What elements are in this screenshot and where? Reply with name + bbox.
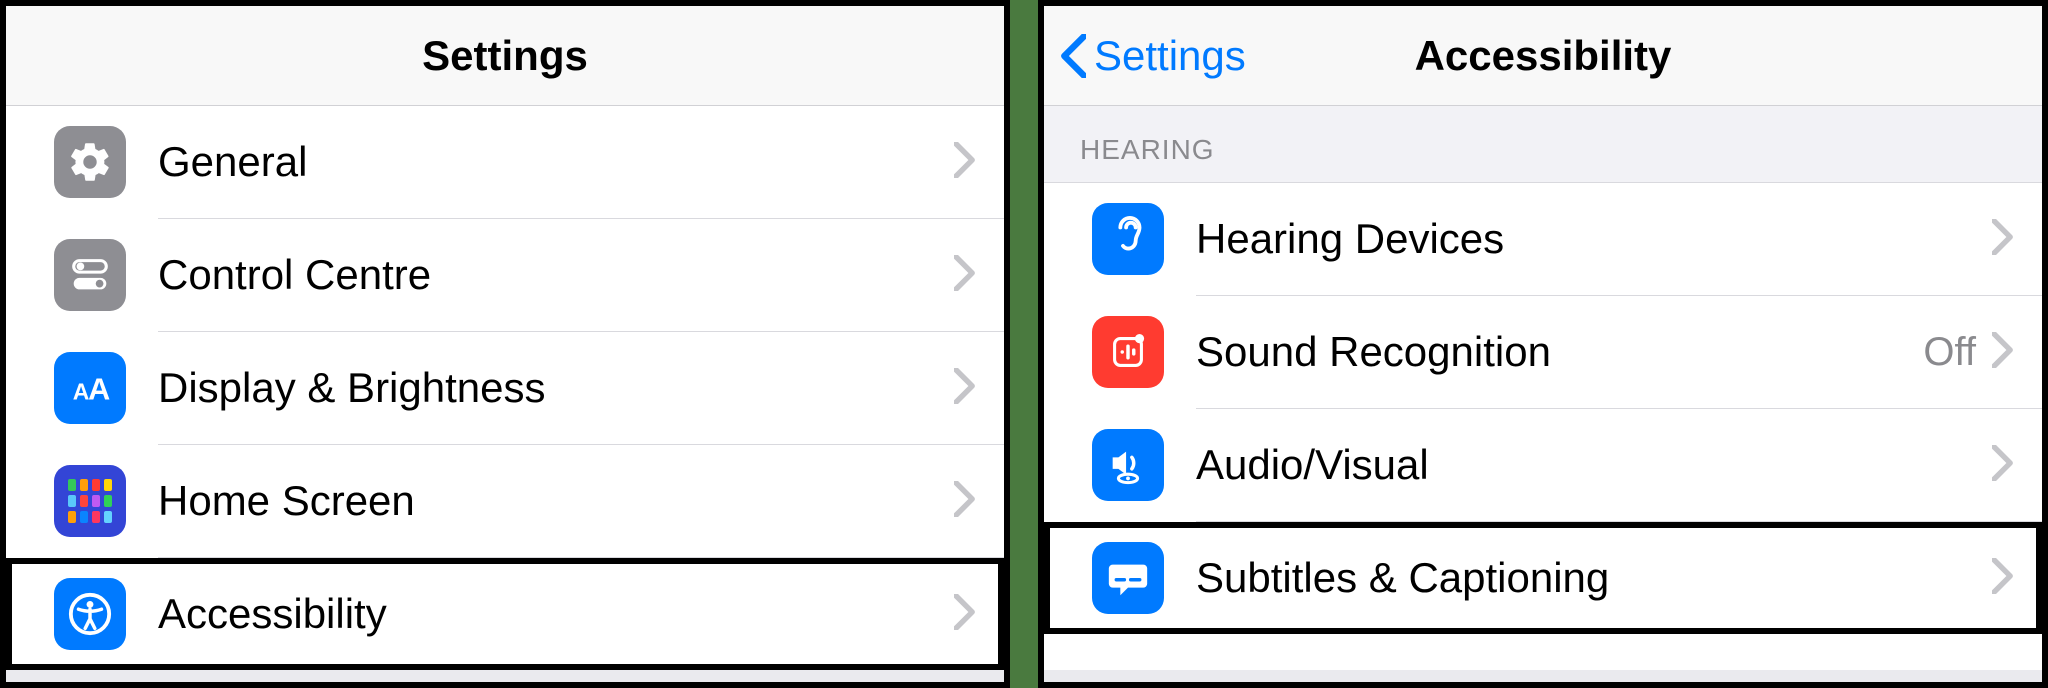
svg-text:A: A xyxy=(73,379,90,405)
ear-icon xyxy=(1092,203,1164,275)
bottom-spacer xyxy=(6,670,1004,682)
dual-screenshot-container: Settings General Control Centre xyxy=(0,0,2048,688)
accessibility-icon xyxy=(54,578,126,650)
svg-text:A: A xyxy=(88,373,110,407)
nav-title: Settings xyxy=(6,32,1004,80)
nav-bar: Settings Accessibility xyxy=(1044,6,2042,106)
home-screen-icon xyxy=(54,465,126,537)
row-label: Audio/Visual xyxy=(1196,441,1992,489)
row-label: Subtitles & Captioning xyxy=(1196,554,1992,602)
gear-icon xyxy=(54,126,126,198)
settings-list: General Control Centre AA xyxy=(6,106,1004,670)
bottom-spacer xyxy=(1044,670,2042,682)
nav-bar: Settings xyxy=(6,6,1004,106)
chevron-right-icon xyxy=(1992,558,2014,599)
row-audio-visual[interactable]: Audio/Visual xyxy=(1044,409,2042,521)
chevron-right-icon xyxy=(1992,445,2014,486)
row-accessibility[interactable]: Accessibility xyxy=(6,558,1004,670)
back-button[interactable]: Settings xyxy=(1044,32,1246,80)
captions-icon xyxy=(1092,542,1164,614)
row-label: Control Centre xyxy=(158,251,954,299)
text-size-icon: AA xyxy=(54,352,126,424)
row-label: Home Screen xyxy=(158,477,954,525)
chevron-right-icon xyxy=(954,255,976,296)
sound-recognition-icon xyxy=(1092,316,1164,388)
row-control-centre[interactable]: Control Centre xyxy=(6,219,1004,331)
chevron-right-icon xyxy=(1992,219,2014,260)
audio-visual-icon xyxy=(1092,429,1164,501)
accessibility-list: Hearing Devices Sound Recognition Off xyxy=(1044,183,2042,670)
row-sound-recognition[interactable]: Sound Recognition Off xyxy=(1044,296,2042,408)
row-subtitles-captioning[interactable]: Subtitles & Captioning xyxy=(1044,522,2042,634)
chevron-right-icon xyxy=(954,594,976,635)
section-header-hearing: HEARING xyxy=(1044,106,2042,183)
chevron-right-icon xyxy=(954,481,976,522)
row-general[interactable]: General xyxy=(6,106,1004,218)
chevron-right-icon xyxy=(954,368,976,409)
row-label: Sound Recognition xyxy=(1196,328,1923,376)
row-hearing-devices[interactable]: Hearing Devices xyxy=(1044,183,2042,295)
row-label: Hearing Devices xyxy=(1196,215,1992,263)
accessibility-screen: Settings Accessibility HEARING Hearing D… xyxy=(1038,0,2048,688)
row-home-screen[interactable]: Home Screen xyxy=(6,445,1004,557)
row-detail: Off xyxy=(1923,330,1976,375)
row-label: Accessibility xyxy=(158,590,954,638)
back-label: Settings xyxy=(1094,32,1246,80)
chevron-right-icon xyxy=(1992,332,2014,373)
row-label: Display & Brightness xyxy=(158,364,954,412)
row-label: General xyxy=(158,138,954,186)
chevron-right-icon xyxy=(954,142,976,183)
row-display-brightness[interactable]: AA Display & Brightness xyxy=(6,332,1004,444)
chevron-left-icon xyxy=(1060,34,1086,78)
toggles-icon xyxy=(54,239,126,311)
settings-root-screen: Settings General Control Centre xyxy=(0,0,1010,688)
